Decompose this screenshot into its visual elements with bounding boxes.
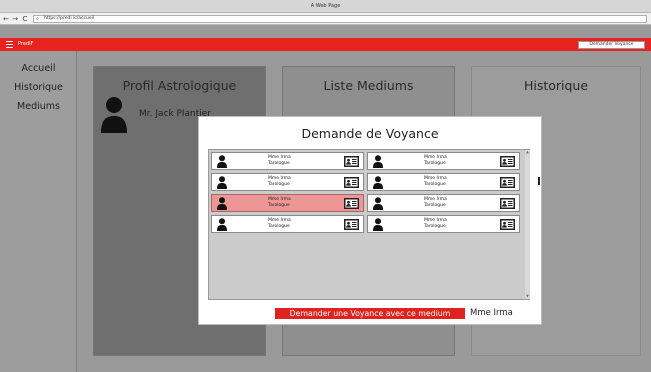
app-logo-text[interactable]: PredIF (18, 38, 33, 51)
id-card-icon[interactable] (500, 177, 515, 188)
user-avatar-icon (101, 97, 127, 133)
medium-specialty: Tarologue (268, 224, 290, 229)
medium-avatar-icon (217, 218, 227, 231)
scroll-up-icon[interactable]: ▲ (525, 150, 530, 155)
medium-avatar-icon (217, 176, 227, 189)
id-card-icon[interactable] (500, 219, 515, 230)
medium-specialty: Tarologue (424, 161, 446, 166)
medium-card[interactable]: Mme Irma Tarologue (367, 215, 520, 233)
selected-medium-name: Mme Irma (470, 308, 513, 318)
window-title: A Web Page (0, 0, 651, 13)
medium-card[interactable]: Mme Irma Tarologue (367, 194, 520, 212)
medium-card[interactable]: Mme Irma Tarologue (367, 152, 520, 170)
medium-avatar-icon (373, 176, 383, 189)
reload-icon[interactable]: C (21, 14, 29, 24)
url-input[interactable]: ⌕ https://predi ic/accueil (33, 15, 647, 23)
medium-avatar-icon (217, 197, 227, 210)
medium-specialty: Tarologue (268, 182, 290, 187)
back-arrow-icon[interactable]: ← (2, 14, 10, 24)
medium-list[interactable]: ▲ ▼ Mme Irma Tarologue Mme Irma Tarologue Mm… (208, 149, 530, 300)
medium-specialty: Tarologue (424, 182, 446, 187)
medium-card[interactable]: Mme Irma Tarologue (211, 152, 364, 170)
medium-card[interactable]: Mme Irma Tarologue (211, 215, 364, 233)
id-card-icon[interactable] (344, 219, 359, 230)
demander-voyance-button[interactable]: Demander Voyance (578, 41, 645, 49)
page-scroll-thumb[interactable] (538, 177, 540, 185)
medium-specialty: Tarologue (268, 161, 290, 166)
url-text: https://predi ic/accueil (44, 16, 95, 21)
app-header: PredIF Demander Voyance (0, 38, 651, 51)
medium-avatar-icon (373, 197, 383, 210)
demande-voyance-modal: Demande de Voyance ▲ ▼ Mme Irma Tarologue… (198, 116, 542, 325)
id-card-icon[interactable] (500, 156, 515, 167)
scroll-down-icon[interactable]: ▼ (525, 294, 530, 299)
medium-specialty: Tarologue (268, 203, 290, 208)
scrollbar[interactable]: ▲ ▼ (525, 150, 530, 299)
medium-avatar-icon (373, 218, 383, 231)
medium-specialty: Tarologue (424, 203, 446, 208)
medium-specialty: Tarologue (424, 224, 446, 229)
hamburger-menu-icon[interactable] (6, 41, 13, 48)
sidebar-item-mediums[interactable]: Mediums (0, 101, 77, 112)
browser-navbar: ← → C ⌕ https://predi ic/accueil (0, 13, 651, 25)
forward-arrow-icon[interactable]: → (11, 14, 19, 24)
id-card-icon[interactable] (344, 156, 359, 167)
medium-card[interactable]: Mme Irma Tarologue (211, 173, 364, 191)
panel-title: Profil Astrologique (122, 78, 237, 93)
panel-title: Liste Mediums (323, 78, 414, 93)
sidebar: Accueil Historique Mediums (0, 51, 77, 372)
id-card-icon[interactable] (500, 198, 515, 209)
medium-card[interactable]: Mme Irma Tarologue (367, 173, 520, 191)
id-card-icon[interactable] (344, 198, 359, 209)
sidebar-item-historique[interactable]: Historique (0, 82, 77, 93)
medium-card[interactable]: Mme Irma Tarologue (211, 194, 364, 212)
search-icon: ⌕ (36, 16, 39, 22)
demander-voyance-medium-button[interactable]: Demander une Voyance avec ce medium (275, 308, 465, 319)
id-card-icon[interactable] (344, 177, 359, 188)
modal-title: Demande de Voyance (301, 126, 439, 141)
panel-title: Historique (523, 78, 589, 93)
medium-avatar-icon (373, 155, 383, 168)
sidebar-item-accueil[interactable]: Accueil (0, 63, 77, 74)
medium-avatar-icon (217, 155, 227, 168)
